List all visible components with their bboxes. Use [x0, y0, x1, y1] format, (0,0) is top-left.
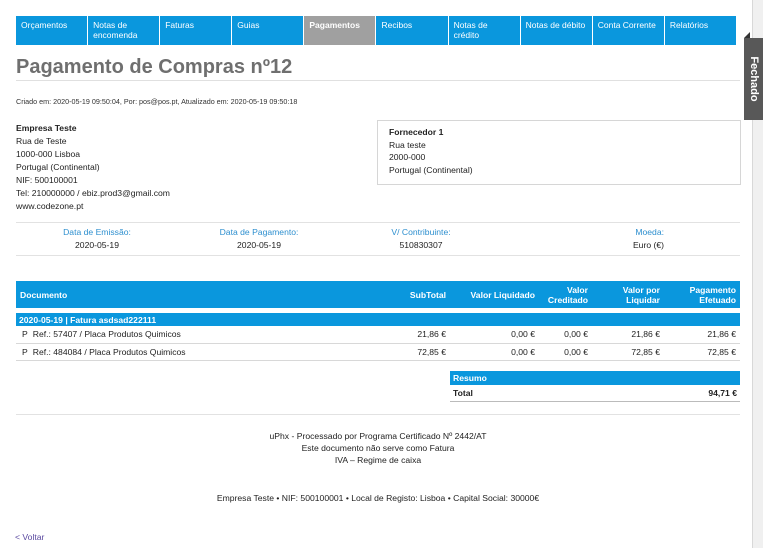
documents-table: Documento SubTotal Valor Liquidado Valor…: [16, 281, 740, 361]
taxpayer-value: 510830307: [399, 240, 443, 250]
row-credited: 0,00 €: [539, 343, 592, 361]
summary-table: Resumo Total 94,71 €: [450, 371, 740, 402]
certification-footer: uPhx - Processado por Programa Certifica…: [16, 430, 740, 466]
currency-label: Moeda:: [635, 227, 664, 237]
divider: [16, 222, 740, 223]
company-legal-line: Empresa Teste • NIF: 500100001 • Local d…: [216, 493, 540, 503]
company-contact: Tel: 210000000 / ebiz.prod3@gmail.com: [16, 188, 170, 198]
tab-pagamentos[interactable]: Pagamentos: [304, 16, 377, 45]
back-link[interactable]: < Voltar: [15, 532, 44, 542]
issue-date: Data de Emissão: 2020-05-19: [16, 227, 178, 250]
row-net: 0,00 €: [450, 326, 539, 344]
table-group-row: 2020-05-19 | Fatura asdsad222111: [16, 313, 740, 326]
supplier-street: Rua teste: [389, 139, 426, 150]
col-to-settle: Valor por Liquidar: [592, 281, 664, 308]
col-paid: Pagamento Efetuado: [664, 281, 740, 308]
ribbon-fold: [744, 32, 750, 38]
document-page: Orçamentos Notas de encomenda Faturas Gu…: [0, 0, 753, 548]
document-meta: Criado em: 2020-05-19 09:50:04, Por: pos…: [16, 97, 298, 106]
row-credited: 0,00 €: [539, 326, 592, 344]
tab-faturas[interactable]: Faturas: [160, 16, 233, 45]
company-city: 1000-000 Lisboa: [16, 149, 81, 159]
issue-date-label: Data de Emissão:: [63, 227, 131, 237]
company-street: Rua de Teste: [16, 136, 67, 146]
payment-date: Data de Pagamento: 2020-05-19: [178, 227, 340, 250]
row-net: 0,00 €: [450, 343, 539, 361]
vat-regime: IVA – Regime de caixa: [334, 455, 422, 465]
tab-orcamentos[interactable]: Orçamentos: [16, 16, 89, 45]
tab-notas-de-encomenda[interactable]: Notas de encomenda: [88, 16, 161, 45]
currency: Moeda: Euro (€): [502, 227, 740, 250]
tab-notas-de-credito[interactable]: Notas de crédito: [448, 16, 521, 45]
summary-total-row: Total 94,71 €: [450, 385, 740, 402]
table-row: P Ref.: 484084 / Placa Produtos Quimicos …: [16, 343, 740, 361]
tab-recibos[interactable]: Recibos: [376, 16, 449, 45]
tab-relatorios[interactable]: Relatórios: [664, 16, 737, 45]
row-paid: 21,86 €: [664, 326, 740, 344]
issue-date-value: 2020-05-19: [75, 240, 119, 250]
col-net: Valor Liquidado: [450, 281, 539, 308]
not-invoice-notice: Este documento não serve como Fatura: [301, 443, 455, 453]
company-nif: NIF: 500100001: [16, 175, 78, 185]
company-website: www.codezone.pt: [16, 201, 84, 211]
payment-date-value: 2020-05-19: [237, 240, 281, 250]
document-info: Data de Emissão: 2020-05-19 Data de Paga…: [16, 227, 740, 250]
certification-line: uPhx - Processado por Programa Certifica…: [269, 431, 487, 441]
table-header-row: Documento SubTotal Valor Liquidado Valor…: [16, 281, 740, 308]
row-paid: 72,85 €: [664, 343, 740, 361]
col-credited: Valor Creditado: [539, 281, 592, 308]
row-type: P: [22, 329, 28, 340]
title-divider: [16, 80, 740, 81]
row-type: P: [22, 346, 28, 357]
row-to-settle: 72,85 €: [592, 343, 664, 361]
supplier-name: Fornecedor 1: [389, 127, 444, 137]
divider: [16, 414, 740, 415]
row-document: P Ref.: 484084 / Placa Produtos Quimicos: [16, 343, 390, 361]
total-label: Total: [450, 385, 574, 402]
summary-header: Resumo: [450, 371, 740, 385]
company-name: Empresa Teste: [16, 123, 77, 133]
supplier-box: Fornecedor 1 Rua teste 2000-000 Portugal…: [377, 120, 741, 185]
taxpayer: V/ Contribuinte: 510830307: [340, 227, 502, 250]
status-badge: Fechado: [744, 32, 763, 120]
invoice-group-label: 2020-05-19 | Fatura asdsad222111: [16, 313, 740, 326]
total-value: 94,71 €: [573, 385, 740, 402]
company-country: Portugal (Continental): [16, 162, 100, 172]
row-reference: Ref.: 57407 / Placa Produtos Quimicos: [32, 329, 181, 340]
divider: [16, 255, 740, 256]
row-subtotal: 21,86 €: [390, 326, 450, 344]
supplier-country: Portugal (Continental): [389, 164, 473, 175]
taxpayer-label: V/ Contribuinte:: [391, 227, 451, 237]
payment-date-label: Data de Pagamento:: [219, 227, 299, 237]
supplier-postal: 2000-000: [389, 152, 426, 162]
status-label: Fechado: [747, 56, 760, 102]
row-subtotal: 72,85 €: [390, 343, 450, 361]
document-type-nav: Orçamentos Notas de encomenda Faturas Gu…: [16, 16, 737, 45]
row-to-settle: 21,86 €: [592, 326, 664, 344]
tab-notas-de-debito[interactable]: Notas de débito: [520, 16, 593, 45]
tab-guias[interactable]: Guias: [232, 16, 305, 45]
company-address: Empresa Teste Rua de Teste 1000-000 Lisb…: [16, 122, 170, 213]
col-subtotal: SubTotal: [390, 281, 450, 308]
row-reference: Ref.: 484084 / Placa Produtos Quimicos: [32, 346, 186, 357]
row-document: P Ref.: 57407 / Placa Produtos Quimicos: [16, 326, 390, 344]
col-document: Documento: [16, 281, 390, 308]
page-title: Pagamento de Compras nº12: [16, 56, 293, 78]
currency-value: Euro (€): [632, 240, 664, 250]
table-row: P Ref.: 57407 / Placa Produtos Quimicos 2…: [16, 326, 740, 344]
tab-conta-corrente[interactable]: Conta Corrente: [592, 16, 665, 45]
